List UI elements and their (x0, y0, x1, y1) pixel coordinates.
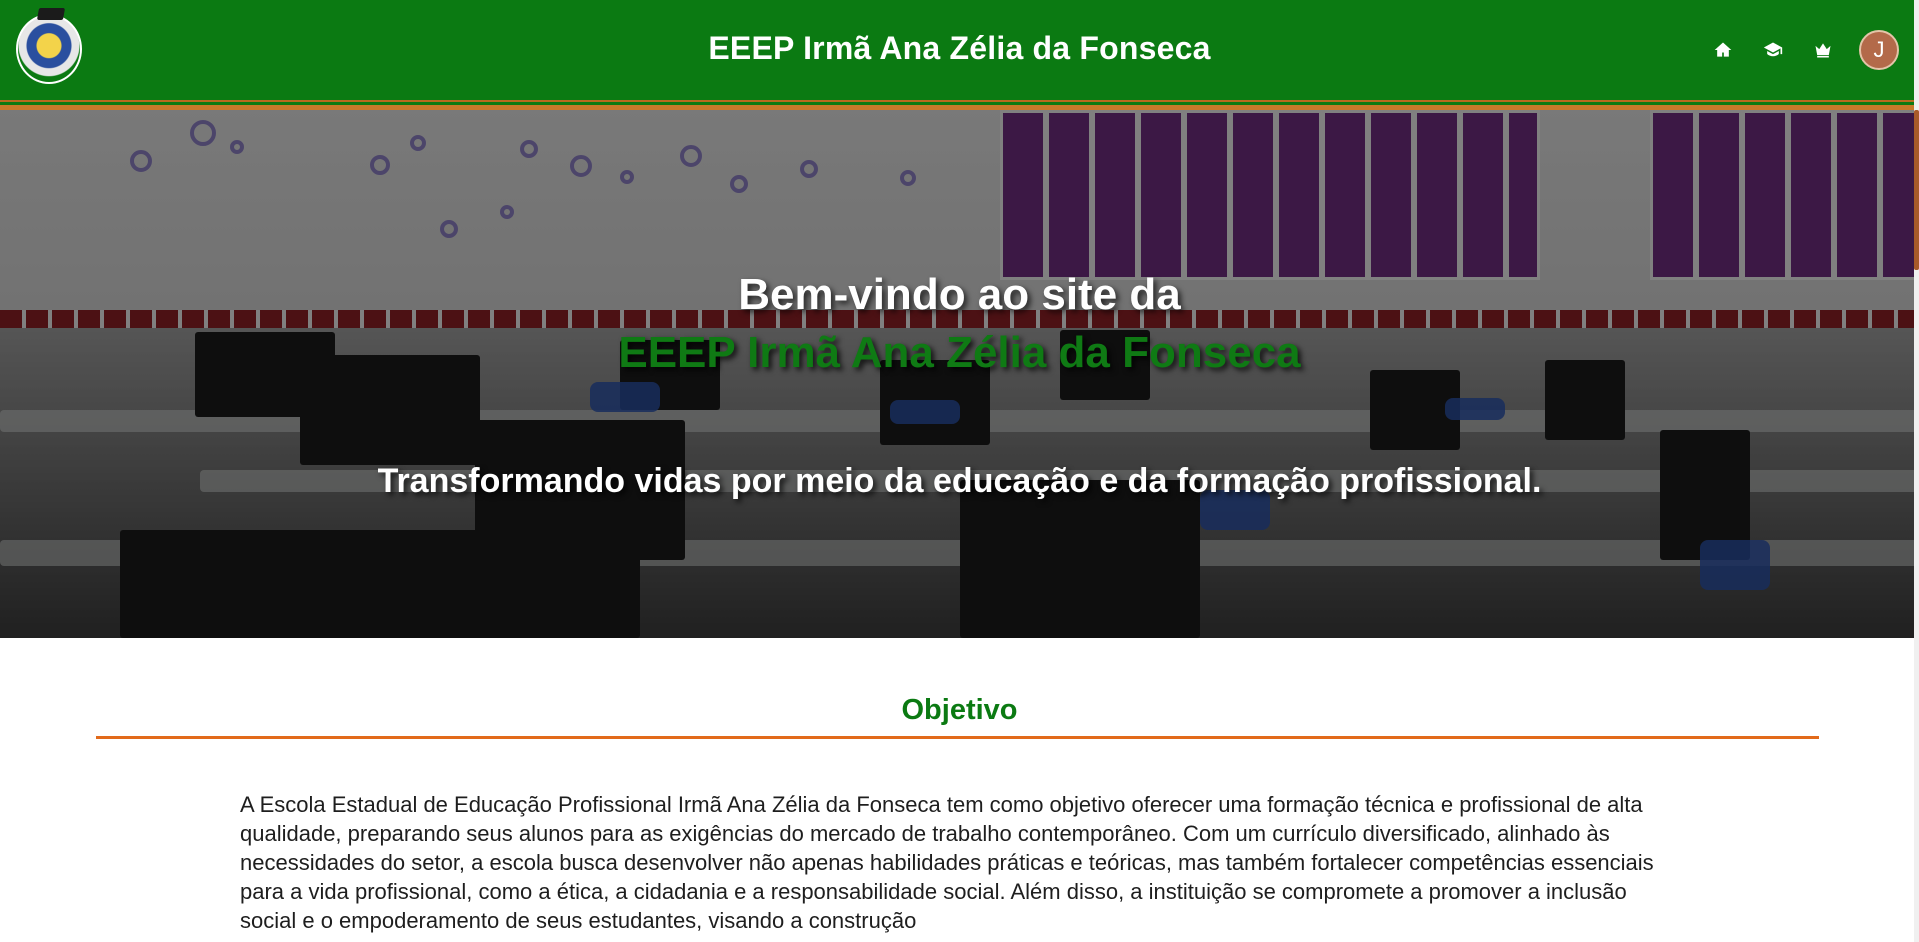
page-scrollbar[interactable] (1914, 0, 1919, 942)
hero-banner: Bem-vindo ao site da EEEP Irmã Ana Zélia… (0, 110, 1919, 638)
hero-school-name: EEEP Irmã Ana Zélia da Fonseca (618, 328, 1301, 377)
hero-slogan: Transformando vidas por meio da educação… (377, 462, 1542, 500)
top-nav: J (1709, 30, 1899, 70)
home-icon[interactable] (1709, 36, 1737, 64)
graduation-cap-icon[interactable] (1759, 36, 1787, 64)
scrollbar-thumb[interactable] (1914, 110, 1919, 270)
hero-welcome-text: Bem-vindo ao site da (738, 270, 1181, 319)
objective-title: Objetivo (901, 694, 1018, 726)
objective-paragraph: A Escola Estadual de Educação Profission… (240, 792, 1654, 933)
top-header: EEEP Irmã Ana Zélia da Fonseca J (0, 0, 1919, 110)
section-divider (96, 736, 1819, 739)
site-title: EEEP Irmã Ana Zélia da Fonseca (708, 30, 1211, 66)
crown-icon[interactable] (1809, 36, 1837, 64)
avatar-initial: J (1873, 37, 1885, 62)
user-avatar[interactable]: J (1859, 30, 1899, 70)
header-border (0, 100, 1919, 102)
